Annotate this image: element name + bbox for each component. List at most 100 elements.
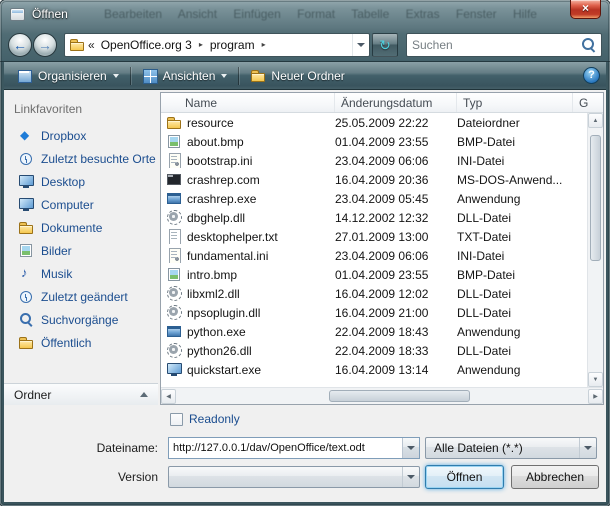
titlebar[interactable]: Öffnen Bearbeiten Ansicht Einfügen Forma… [0, 0, 610, 28]
column-header-size[interactable]: G [573, 93, 603, 112]
sidebar-item[interactable]: Suchvorgänge [4, 308, 158, 331]
back-button[interactable]: ← [8, 33, 32, 57]
file-row[interactable]: python26.dll22.04.2009 18:33DLL-Datei [161, 341, 587, 360]
sidebar-item[interactable]: Dropbox [4, 124, 158, 147]
file-row[interactable]: npsoplugin.dll16.04.2009 21:00DLL-Datei [161, 303, 587, 322]
forward-button[interactable]: → [33, 33, 57, 57]
vertical-scrollbar[interactable]: ▲ ▼ [587, 113, 603, 387]
sidebar-item-icon [18, 312, 34, 327]
vertical-scrollbar-thumb[interactable] [590, 135, 601, 261]
chevron-down-icon [407, 475, 415, 479]
new-folder-icon [250, 68, 266, 83]
close-button[interactable]: × [570, 0, 601, 19]
file-type: Anwendung [457, 363, 573, 377]
address-dropdown-button[interactable] [352, 34, 369, 56]
command-toolbar: Organisieren Ansichten Neuer Ordner ? [4, 62, 606, 90]
file-row[interactable]: crashrep.exe 23.04.2009 05:45Anwendung [161, 189, 587, 208]
sidebar-item-icon [18, 128, 34, 143]
sidebar-item-icon [18, 220, 34, 235]
breadcrumb-item[interactable]: program [208, 38, 257, 52]
version-dropdown[interactable] [168, 466, 420, 488]
file-row[interactable]: bootstrap.ini23.04.2009 06:06INI-Datei [161, 151, 587, 170]
file-type-icon [166, 172, 182, 187]
file-date: 23.04.2009 05:45 [335, 192, 457, 206]
column-header-name[interactable]: Name [161, 93, 335, 112]
scroll-left-icon[interactable]: ◀ [161, 389, 176, 404]
file-row[interactable]: dbghelp.dll14.12.2002 12:32DLL-Datei [161, 208, 587, 227]
file-type: DLL-Datei [457, 287, 573, 301]
sidebar-item[interactable]: Bilder [4, 239, 158, 262]
sidebar-item[interactable]: Computer [4, 193, 158, 216]
open-button[interactable]: Öffnen [425, 465, 504, 489]
breadcrumb-separator-icon[interactable]: ▸ [262, 40, 266, 49]
file-type: BMP-Datei [457, 135, 573, 149]
sidebar-item-label: Dokumente [41, 221, 102, 235]
file-row[interactable]: python.exe22.04.2009 18:43Anwendung [161, 322, 587, 341]
column-header-type[interactable]: Typ [457, 93, 573, 112]
readonly-row: Readonly [4, 410, 606, 428]
column-header-date[interactable]: Änderungsdatum [335, 93, 457, 112]
file-list-panel: Name Änderungsdatum Typ G resource25.05.… [160, 92, 604, 405]
sidebar-item-label: Öffentlich [41, 336, 91, 350]
file-name: crashrep.exe [187, 192, 256, 206]
file-date: 23.04.2009 06:06 [335, 249, 457, 263]
filename-dropdown-button[interactable] [402, 438, 419, 458]
views-button[interactable]: Ansichten [135, 65, 235, 86]
file-row[interactable]: fundamental.ini23.04.2009 06:06INI-Datei [161, 246, 587, 265]
search-icon[interactable] [581, 37, 596, 52]
main-area: Linkfavoriten DropboxZuletzt besuchte Or… [4, 90, 606, 405]
breadcrumb-separator-icon[interactable]: ▸ [199, 40, 203, 49]
file-name: about.bmp [187, 135, 244, 149]
cancel-button[interactable]: Abbrechen [511, 465, 599, 489]
filetype-dropdown-button[interactable] [579, 438, 596, 458]
refresh-button[interactable]: ↻ [372, 33, 398, 57]
new-folder-button[interactable]: Neuer Ordner [243, 65, 351, 86]
scroll-down-icon[interactable]: ▼ [588, 372, 603, 387]
scroll-right-icon[interactable]: ▶ [588, 389, 603, 404]
sidebar-item[interactable]: Musik [4, 262, 158, 285]
sidebar-item-icon [18, 197, 34, 212]
filename-input[interactable] [169, 438, 402, 458]
file-name: desktophelper.txt [187, 230, 278, 244]
folders-expander[interactable]: Ordner [4, 383, 158, 405]
sidebar-item-label: Musik [41, 267, 72, 281]
sidebar-item-icon [18, 243, 34, 258]
filetype-dropdown[interactable]: Alle Dateien (*.*) [425, 437, 597, 459]
readonly-checkbox[interactable] [170, 413, 183, 426]
horizontal-scrollbar-thumb[interactable] [329, 390, 470, 402]
file-date: 16.04.2009 20:36 [335, 173, 457, 187]
breadcrumb[interactable]: « OpenOffice.org 3 ▸ program ▸ [64, 33, 370, 57]
file-row[interactable]: desktophelper.txt27.01.2009 13:00TXT-Dat… [161, 227, 587, 246]
sidebar-item[interactable]: Desktop [4, 170, 158, 193]
version-dropdown-button[interactable] [402, 467, 419, 487]
sidebar-item[interactable]: Zuletzt geändert [4, 285, 158, 308]
file-row[interactable]: quickstart.exe16.04.2009 13:14Anwendung [161, 360, 587, 379]
search-input[interactable] [412, 38, 581, 52]
horizontal-scrollbar[interactable]: ◀ ▶ [161, 387, 603, 404]
sidebar-item[interactable]: Dokumente [4, 216, 158, 239]
file-type-icon [166, 229, 182, 244]
file-row[interactable]: crashrep.com16.04.2009 20:36MS-DOS-Anwen… [161, 170, 587, 189]
file-date: 16.04.2009 21:00 [335, 306, 457, 320]
sidebar-item-icon [18, 174, 34, 189]
file-row[interactable]: intro.bmp01.04.2009 23:55BMP-Datei [161, 265, 587, 284]
sidebar-item[interactable]: Zuletzt besuchte Orte [4, 147, 158, 170]
file-type: Anwendung [457, 192, 573, 206]
open-dialog-window: Öffnen Bearbeiten Ansicht Einfügen Forma… [0, 0, 610, 506]
scroll-up-icon[interactable]: ▲ [588, 113, 603, 128]
sidebar-item[interactable]: Öffentlich [4, 331, 158, 354]
file-row[interactable]: libxml2.dll16.04.2009 12:02DLL-Datei [161, 284, 587, 303]
organize-button[interactable]: Organisieren [10, 65, 126, 86]
file-type-icon [166, 191, 182, 206]
file-row[interactable]: about.bmp01.04.2009 23:55BMP-Datei [161, 132, 587, 151]
file-date: 16.04.2009 13:14 [335, 363, 457, 377]
breadcrumb-item[interactable]: OpenOffice.org 3 [99, 38, 194, 52]
location-folder-icon [69, 37, 85, 52]
background-ghost-menu: Bearbeiten Ansicht Einfügen Format Tabel… [104, 7, 564, 21]
breadcrumb-overflow-chevron[interactable]: « [88, 38, 95, 52]
chevron-down-icon [221, 74, 227, 78]
help-button[interactable]: ? [583, 67, 600, 84]
readonly-label[interactable]: Readonly [189, 412, 240, 426]
sidebar-item-icon [18, 151, 34, 166]
file-row[interactable]: resource25.05.2009 22:22Dateiordner [161, 113, 587, 132]
